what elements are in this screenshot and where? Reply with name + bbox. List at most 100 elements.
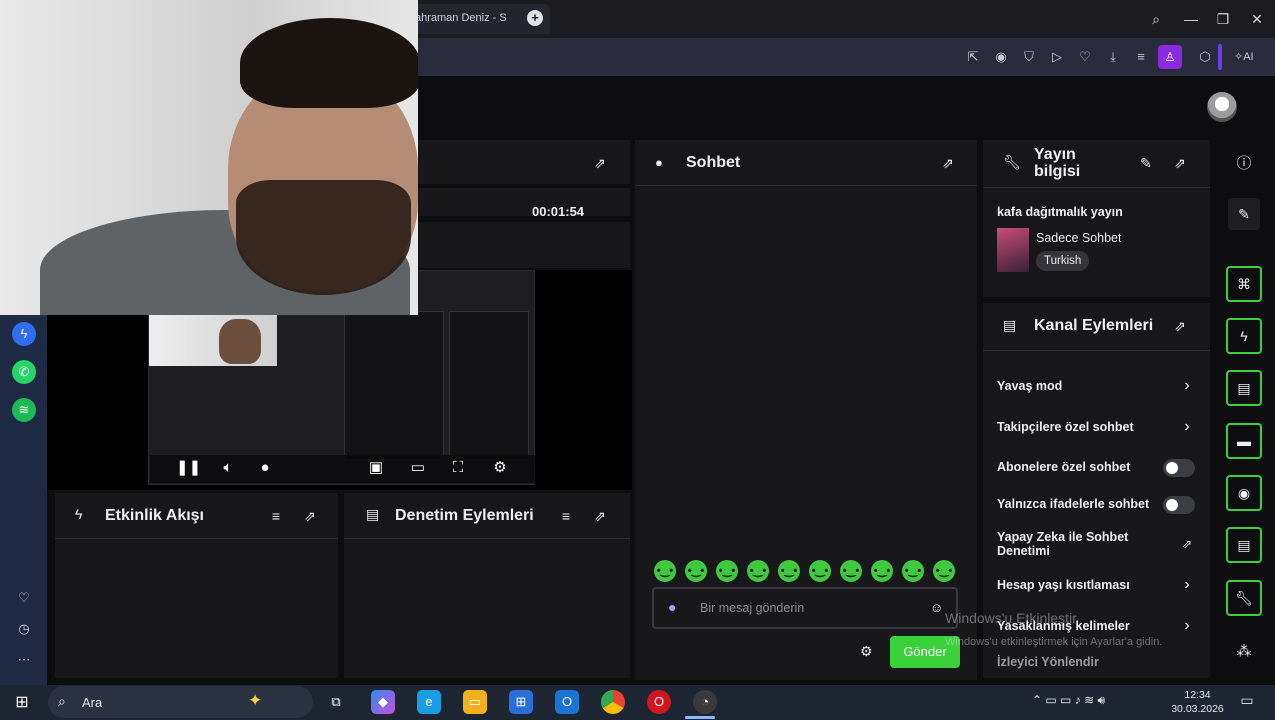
emote-icon[interactable]: •‿• bbox=[902, 560, 924, 582]
store-icon[interactable]: ⊞ bbox=[509, 690, 533, 714]
popout-icon[interactable]: ⇗ bbox=[592, 155, 608, 171]
play-icon[interactable]: ▷ bbox=[1046, 46, 1068, 68]
tray-icons[interactable]: ⌃ ▭ ▭ ♪ ≋ 🔊︎ bbox=[1032, 693, 1105, 708]
chat-settings-icon[interactable]: ⚙ bbox=[860, 643, 873, 660]
filter-icon[interactable]: ≡ bbox=[268, 508, 284, 524]
menu-icon[interactable]: ≡ bbox=[1130, 46, 1152, 68]
opera-icon[interactable]: O bbox=[647, 690, 671, 714]
popout-icon[interactable]: ⇗ bbox=[592, 508, 608, 524]
search-icon[interactable]: ⌕ bbox=[1145, 8, 1167, 30]
notes-icon[interactable]: ▤ bbox=[1226, 370, 1262, 406]
taskbar-search[interactable]: ⌕ Ara ✦ bbox=[48, 686, 313, 718]
download-icon[interactable]: ⤓ bbox=[1102, 46, 1124, 68]
chat-title: Sohbet bbox=[686, 154, 741, 171]
chevron-right-icon[interactable]: › bbox=[1180, 377, 1194, 395]
broadcast-icon[interactable]: ◉ bbox=[1226, 475, 1262, 511]
edit-icon[interactable]: ✎ bbox=[1138, 155, 1154, 171]
chevron-right-icon[interactable]: › bbox=[1180, 418, 1194, 436]
external-link-icon[interactable]: ⇗ bbox=[1180, 535, 1194, 553]
emote-only-toggle[interactable] bbox=[1163, 496, 1195, 514]
file-explorer-icon[interactable]: ▭ bbox=[463, 690, 487, 714]
setting-ai-moderation[interactable]: Yapay Zeka ile Sohbet Denetimi bbox=[997, 530, 1157, 558]
shield-mode-icon[interactable]: ⌘ bbox=[1226, 266, 1262, 302]
emote-icon[interactable]: •‿• bbox=[716, 560, 738, 582]
setting-followers-only[interactable]: Takipçilere özel sohbet bbox=[997, 420, 1197, 434]
activation-watermark-text: Windows'u etkinleştirmek için Ayarlar'a … bbox=[945, 636, 1163, 648]
settings-icon[interactable]: ⚙ bbox=[490, 458, 510, 478]
lightning-icon[interactable]: ϟ bbox=[1226, 318, 1262, 354]
emote-icon[interactable]: •‿• bbox=[778, 560, 800, 582]
add-widget-icon[interactable]: ⁂ bbox=[1234, 642, 1254, 662]
user-avatar[interactable] bbox=[1207, 92, 1237, 122]
minimize-button[interactable]: — bbox=[1180, 8, 1202, 30]
emote-icon[interactable]: •‿• bbox=[840, 560, 862, 582]
emote-icon[interactable]: •‿• bbox=[654, 560, 676, 582]
log-icon: ▤ bbox=[366, 506, 380, 522]
emote-picker-icon[interactable]: ☺ bbox=[930, 600, 943, 615]
microphone-icon[interactable]: ● bbox=[668, 599, 676, 615]
pause-icon[interactable]: ❚❚ bbox=[176, 458, 201, 478]
popout-icon[interactable]: ⇗ bbox=[940, 155, 956, 171]
emote-icon[interactable]: •‿• bbox=[747, 560, 769, 582]
share-icon[interactable]: ⇱ bbox=[962, 46, 984, 68]
chrome-icon[interactable] bbox=[601, 690, 625, 714]
language-tag[interactable]: Turkish bbox=[1036, 251, 1090, 271]
camera-icon[interactable]: ◉ bbox=[990, 46, 1012, 68]
history-icon[interactable]: ◷ bbox=[12, 617, 36, 641]
activity-feed-title: Etkinlik Akışı bbox=[105, 507, 204, 524]
notification-icon[interactable]: ▭ bbox=[1236, 692, 1258, 712]
chevron-right-icon[interactable]: › bbox=[1180, 617, 1194, 635]
fullscreen-icon[interactable]: ⛶ bbox=[448, 458, 468, 478]
session-timer: 00:01:54 bbox=[532, 204, 585, 219]
volume-icon[interactable]: 🔈︎ bbox=[218, 458, 238, 478]
emote-icon[interactable]: •‿• bbox=[809, 560, 831, 582]
windows-start-icon[interactable]: ⊞ bbox=[12, 692, 32, 712]
subscribers-only-toggle[interactable] bbox=[1163, 459, 1195, 477]
wrench-icon[interactable]: 🔧︎ bbox=[1226, 580, 1262, 616]
restore-button[interactable]: ❐ bbox=[1212, 8, 1234, 30]
close-button[interactable]: ✕ bbox=[1246, 8, 1268, 30]
person-beard bbox=[236, 180, 411, 295]
setting-slow-mode[interactable]: Yavaş mod bbox=[997, 379, 1197, 393]
pip-icon[interactable]: ▣ bbox=[366, 458, 386, 478]
new-tab-button[interactable]: + bbox=[527, 10, 543, 26]
spotify-icon[interactable]: ≋ bbox=[12, 398, 36, 422]
messenger-icon[interactable]: ϟ bbox=[12, 322, 36, 346]
emote-icon[interactable]: •‿• bbox=[871, 560, 893, 582]
edit-icon[interactable]: ✎ bbox=[1228, 198, 1260, 230]
stream-category[interactable]: Sadece Sohbet bbox=[1036, 231, 1122, 245]
chat-input[interactable]: ● Bir mesaj gönderin ☺ bbox=[652, 587, 958, 629]
popout-icon[interactable]: ⇗ bbox=[1172, 318, 1188, 334]
moderation-log-icon[interactable]: ▤ bbox=[1226, 527, 1262, 563]
shield-icon[interactable]: ⛉ bbox=[1018, 46, 1040, 68]
volume-slider-handle[interactable]: ● bbox=[255, 458, 275, 478]
edge-icon[interactable]: e bbox=[417, 690, 441, 714]
wrench-icon: 🔧︎ bbox=[1003, 154, 1021, 170]
outlook-icon[interactable]: O bbox=[555, 690, 579, 714]
video-subheader bbox=[418, 222, 630, 268]
setting-account-age[interactable]: Hesap yaşı kısıtlaması bbox=[997, 578, 1197, 592]
copilot-icon[interactable]: ◆ bbox=[371, 690, 395, 714]
info-icon[interactable]: ⓘ bbox=[1234, 152, 1254, 172]
emote-icon[interactable]: •‿• bbox=[933, 560, 955, 582]
heart-icon[interactable]: ♡ bbox=[1074, 46, 1096, 68]
task-view-icon[interactable]: ⧉ bbox=[324, 690, 348, 714]
profile-icon[interactable]: ♙ bbox=[1158, 45, 1182, 69]
obs-icon[interactable]: ◔ bbox=[693, 690, 717, 714]
divider bbox=[55, 538, 338, 539]
whatsapp-icon[interactable]: ✆ bbox=[12, 360, 36, 384]
more-icon[interactable]: ⋯ bbox=[12, 648, 36, 672]
cube-icon[interactable]: ⬡ bbox=[1194, 46, 1216, 68]
chat-icon[interactable]: ▬ bbox=[1226, 423, 1262, 459]
popout-icon[interactable]: ⇗ bbox=[302, 508, 318, 524]
ai-button[interactable]: ✧AI bbox=[1234, 45, 1272, 69]
popout-icon[interactable]: ⇗ bbox=[1172, 155, 1188, 171]
heart-icon[interactable]: ♡ bbox=[12, 586, 36, 610]
setting-raid[interactable]: İzleyici Yönlendir bbox=[997, 655, 1197, 669]
emote-icon[interactable]: •‿• bbox=[685, 560, 707, 582]
filter-icon[interactable]: ≡ bbox=[558, 508, 574, 524]
chat-input-placeholder: Bir mesaj gönderin bbox=[700, 601, 805, 615]
theater-icon[interactable]: ▭ bbox=[408, 458, 428, 478]
chevron-right-icon[interactable]: › bbox=[1180, 576, 1194, 594]
taskbar-clock[interactable]: 12:34 30.03.2026 bbox=[1170, 688, 1225, 716]
